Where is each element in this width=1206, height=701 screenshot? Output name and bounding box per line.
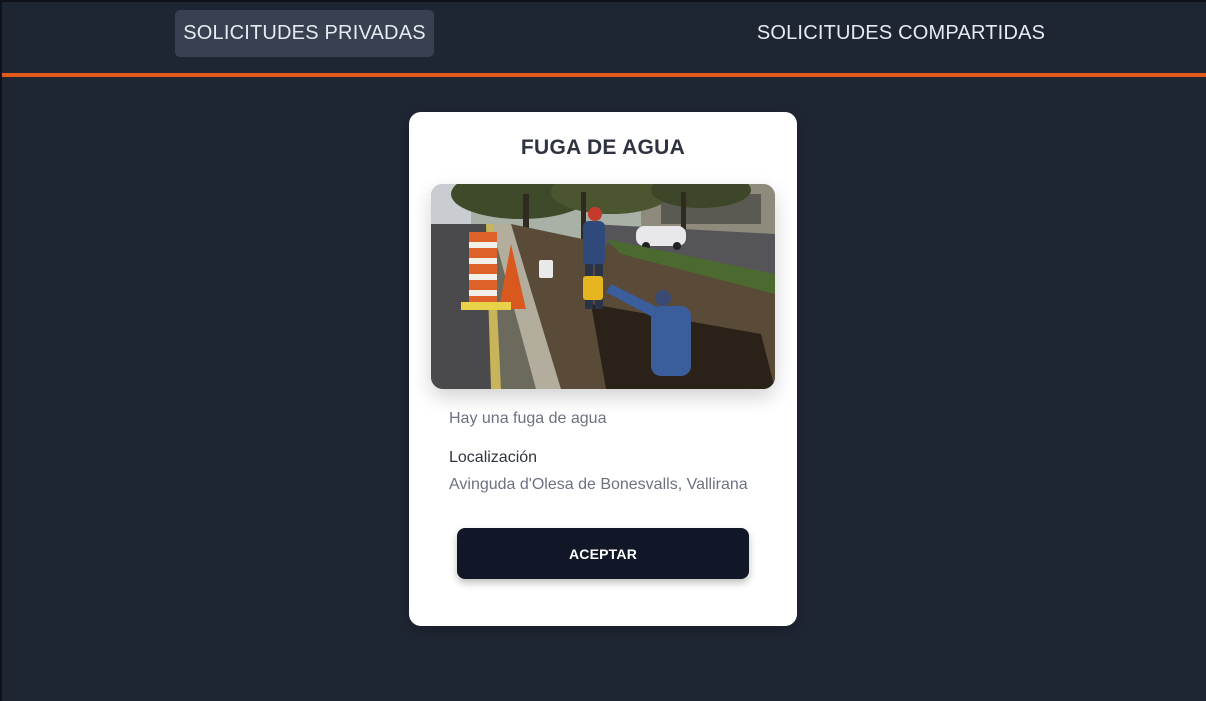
tab-shared-requests[interactable]: SOLICITUDES COMPARTIDAS (748, 10, 1054, 57)
accept-button[interactable]: ACEPTAR (457, 528, 749, 579)
location-value: Avinguda d'Olesa de Bonesvalls, Valliran… (449, 476, 748, 493)
location-label: Localización (449, 449, 538, 466)
request-photo (431, 184, 775, 389)
app-page: SOLICITUDES PRIVADAS SOLICITUDES COMPART… (0, 0, 1206, 701)
tab-private-requests[interactable]: SOLICITUDES PRIVADAS (175, 10, 434, 57)
request-card: FUGA DE AGUA Hay una fuga de agua Locali… (409, 112, 797, 626)
requests-tab-bar: SOLICITUDES PRIVADAS SOLICITUDES COMPART… (2, 2, 1206, 77)
request-title: FUGA DE AGUA (520, 136, 686, 159)
request-description: Hay una fuga de agua (449, 410, 607, 427)
tab-bar-divider (2, 73, 1206, 77)
